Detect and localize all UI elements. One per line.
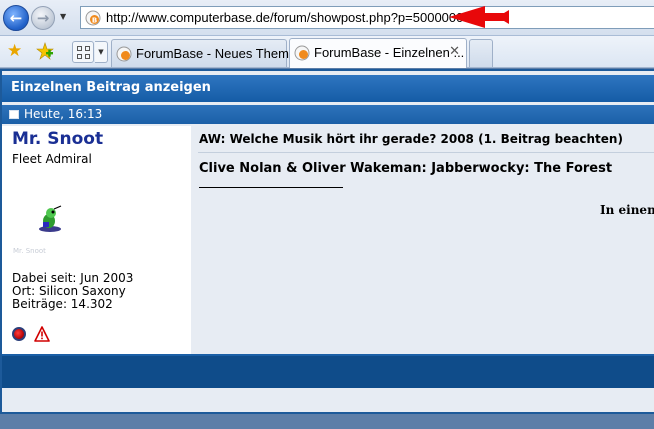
post-date-bar: Heute, 16:13 (2, 105, 654, 124)
user-post-count: Beiträge: 14.302 (12, 297, 113, 311)
site-icon (294, 45, 310, 61)
tab-show-post[interactable]: ForumBase - Einzelnen ... ✕ (289, 38, 467, 68)
tab-label: ForumBase - Neues Them... (136, 46, 300, 61)
forward-icon: → (36, 9, 50, 27)
back-button[interactable]: ← (3, 5, 29, 31)
avatar (39, 205, 62, 232)
history-dropdown[interactable]: ▼ (60, 12, 66, 21)
user-title: Fleet Admiral (12, 152, 92, 166)
tab-label: ForumBase - Einzelnen ... (314, 45, 465, 60)
favorites-star-icon[interactable]: ★ (7, 42, 25, 60)
username-link[interactable]: Mr. Snoot (12, 129, 103, 149)
new-tab-button[interactable] (469, 39, 493, 67)
avatar-caption: Mr. Snoot (13, 247, 46, 255)
url-text: http://www.computerbase.de/forum/showpos… (106, 10, 464, 25)
page-viewport: Einzelnen Beitrag anzeigen Heute, 16:13 … (0, 69, 654, 429)
page-title-bar: Einzelnen Beitrag anzeigen (2, 75, 654, 102)
back-icon: ← (9, 9, 23, 27)
forward-button[interactable]: → (31, 6, 55, 30)
tab-new-thread[interactable]: ForumBase - Neues Them... (111, 39, 300, 67)
quick-tabs-button[interactable] (72, 41, 94, 63)
post-text: Clive Nolan & Oliver Wakeman: Jabberwock… (199, 161, 613, 176)
tab-bar: ★ ▼ ForumBase - Neues Them... ForumBase … (0, 36, 654, 68)
post-body: AW: Welche Musik hört ihr gerade? 2008 (… (192, 126, 654, 354)
add-favorite-icon[interactable] (36, 42, 54, 60)
post-frame: Einzelnen Beitrag anzeigen Heute, 16:13 … (0, 69, 654, 414)
post-subject: AW: Welche Musik hört ihr gerade? 2008 (… (199, 132, 623, 146)
post-date: Heute, 16:13 (24, 107, 103, 121)
site-icon: B (85, 10, 101, 26)
tab-close-icon[interactable]: ✕ (449, 44, 460, 59)
offline-status-icon (12, 327, 26, 341)
page-title: Einzelnen Beitrag anzeigen (11, 80, 211, 95)
post-text: In einem (600, 203, 654, 217)
tab-list-dropdown[interactable]: ▼ (95, 41, 108, 63)
report-post-icon[interactable] (34, 326, 50, 342)
annotation-arrow (449, 6, 509, 28)
user-joined: Dabei seit: Jun 2003 (12, 271, 134, 285)
site-icon (116, 46, 132, 62)
divider (199, 187, 343, 188)
user-location: Ort: Silicon Saxony (12, 284, 126, 298)
footer-bar (2, 354, 654, 388)
svg-text:B: B (92, 17, 97, 25)
divider (198, 152, 654, 153)
browser-toolbar: ← → ▼ B http://www.computerbase.de/forum… (0, 0, 654, 36)
user-info-panel: Mr. Snoot Fleet Admiral Mr. Snoot Dabei … (2, 126, 191, 354)
post-icon (9, 110, 19, 119)
address-bar[interactable]: B http://www.computerbase.de/forum/showp… (80, 6, 654, 29)
